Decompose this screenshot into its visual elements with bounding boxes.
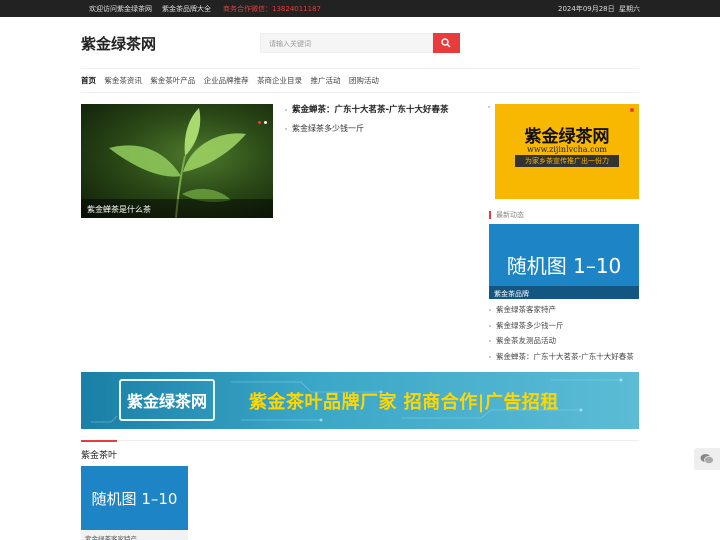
banner-slogan: 紫金茶叶品牌厂家 招商合作|广告招租 [249, 392, 559, 413]
placeholder-image-text: 随机图 1–10 [506, 254, 622, 278]
headline-item[interactable]: 紫金蝉茶：广东十大茗茶-广东十大好春茶 [285, 104, 475, 116]
image-caption[interactable]: 紫金茶品牌 [489, 286, 639, 299]
hero-caption[interactable]: 紫金蝉茶是什么茶 [81, 199, 273, 218]
nav-item-brands[interactable]: 企业品牌推荐 [204, 76, 249, 85]
brand-directory-link[interactable]: 紫金茶品牌大全 [162, 4, 211, 14]
headline-item[interactable]: 紫金绿茶多少钱一斤 [285, 123, 475, 135]
section-accent [81, 440, 117, 442]
welcome-text: 欢迎访问紫金绿茶网 [89, 5, 152, 13]
current-weekday: 星期六 [619, 5, 640, 13]
business-contact: 商务合作微信：13824011187 [223, 5, 321, 13]
search-icon [441, 38, 451, 48]
wechat-float-button[interactable] [694, 448, 720, 470]
nav-divider [81, 92, 639, 93]
placeholder-image-text: 随机图 1–10 [91, 490, 178, 508]
main-nav: 首页 紫金茶资讯 紫金茶叶产品 企业品牌推荐 茶商企业目录 推广活动 团购活动 [81, 75, 385, 86]
hero-slider[interactable]: 紫金蝉茶是什么茶 [81, 104, 273, 218]
news-item[interactable]: 紫金绿茶客家特产 [489, 305, 639, 315]
news-item[interactable]: 紫金绿茶多少钱一斤 [489, 321, 639, 331]
nav-item-news[interactable]: 紫金茶资讯 [104, 76, 142, 85]
latest-news-list: 紫金绿茶客家特产 紫金绿茶多少钱一斤 紫金茶友测品活动 紫金蝉茶：广东十大茗茶-… [489, 305, 639, 367]
slider-dot[interactable] [264, 121, 267, 124]
site-logo[interactable]: 紫金绿茶网 [81, 33, 156, 54]
header-divider [81, 68, 639, 69]
latest-news-heading: 最新动态 [489, 211, 524, 219]
ad-title: 紫金绿茶网 [524, 127, 610, 147]
nav-item-promotions[interactable]: 推广活动 [310, 76, 340, 85]
bullet-dot [488, 106, 490, 108]
sidebar-ad[interactable]: 紫金绿茶网 www.zijinlvcha.com 为家乡茶宣传推广出一份力 [495, 104, 639, 199]
product-card-caption[interactable]: 紫金绿茶客家特产 [81, 530, 188, 540]
wechat-icon [700, 454, 714, 464]
section-title[interactable]: 紫金茶叶 [81, 448, 117, 461]
ad-url: www.zijinlvcha.com [526, 145, 607, 154]
headline-list: 紫金蝉茶：广东十大茗茶-广东十大好春茶 紫金绿茶多少钱一斤 [285, 104, 475, 142]
ad-close-icon[interactable] [630, 108, 634, 112]
ad-slogan: 为家乡茶宣传推广出一份力 [515, 155, 619, 167]
current-date: 2024年09月28日 [558, 5, 615, 13]
nav-item-home[interactable]: 首页 [81, 76, 96, 85]
wide-banner-ad[interactable]: 紫金绿茶网 紫金茶叶品牌厂家 招商合作|广告招租 [81, 372, 639, 429]
news-item[interactable]: 紫金茶友测品活动 [489, 336, 639, 346]
section-divider [81, 440, 639, 441]
search-input[interactable]: 请输入关键词 [260, 33, 433, 53]
top-bar: 欢迎访问紫金绿茶网 紫金茶品牌大全 商务合作微信：13824011187 202… [0, 0, 720, 17]
banner-logo: 紫金绿茶网 [126, 392, 207, 411]
slider-dots[interactable] [255, 109, 267, 128]
news-item[interactable]: 紫金蝉茶：广东十大茗茶-广东十大好春茶 [489, 352, 639, 362]
nav-item-directory[interactable]: 茶商企业目录 [257, 76, 302, 85]
search-button[interactable] [433, 33, 460, 53]
nav-item-products[interactable]: 紫金茶叶产品 [150, 76, 195, 85]
latest-news-image[interactable]: 随机图 1–10 紫金茶品牌 [489, 224, 639, 299]
slider-dot[interactable] [258, 121, 261, 124]
nav-item-group-buy[interactable]: 团购活动 [349, 76, 379, 85]
product-card-image[interactable]: 随机图 1–10 [81, 466, 188, 530]
